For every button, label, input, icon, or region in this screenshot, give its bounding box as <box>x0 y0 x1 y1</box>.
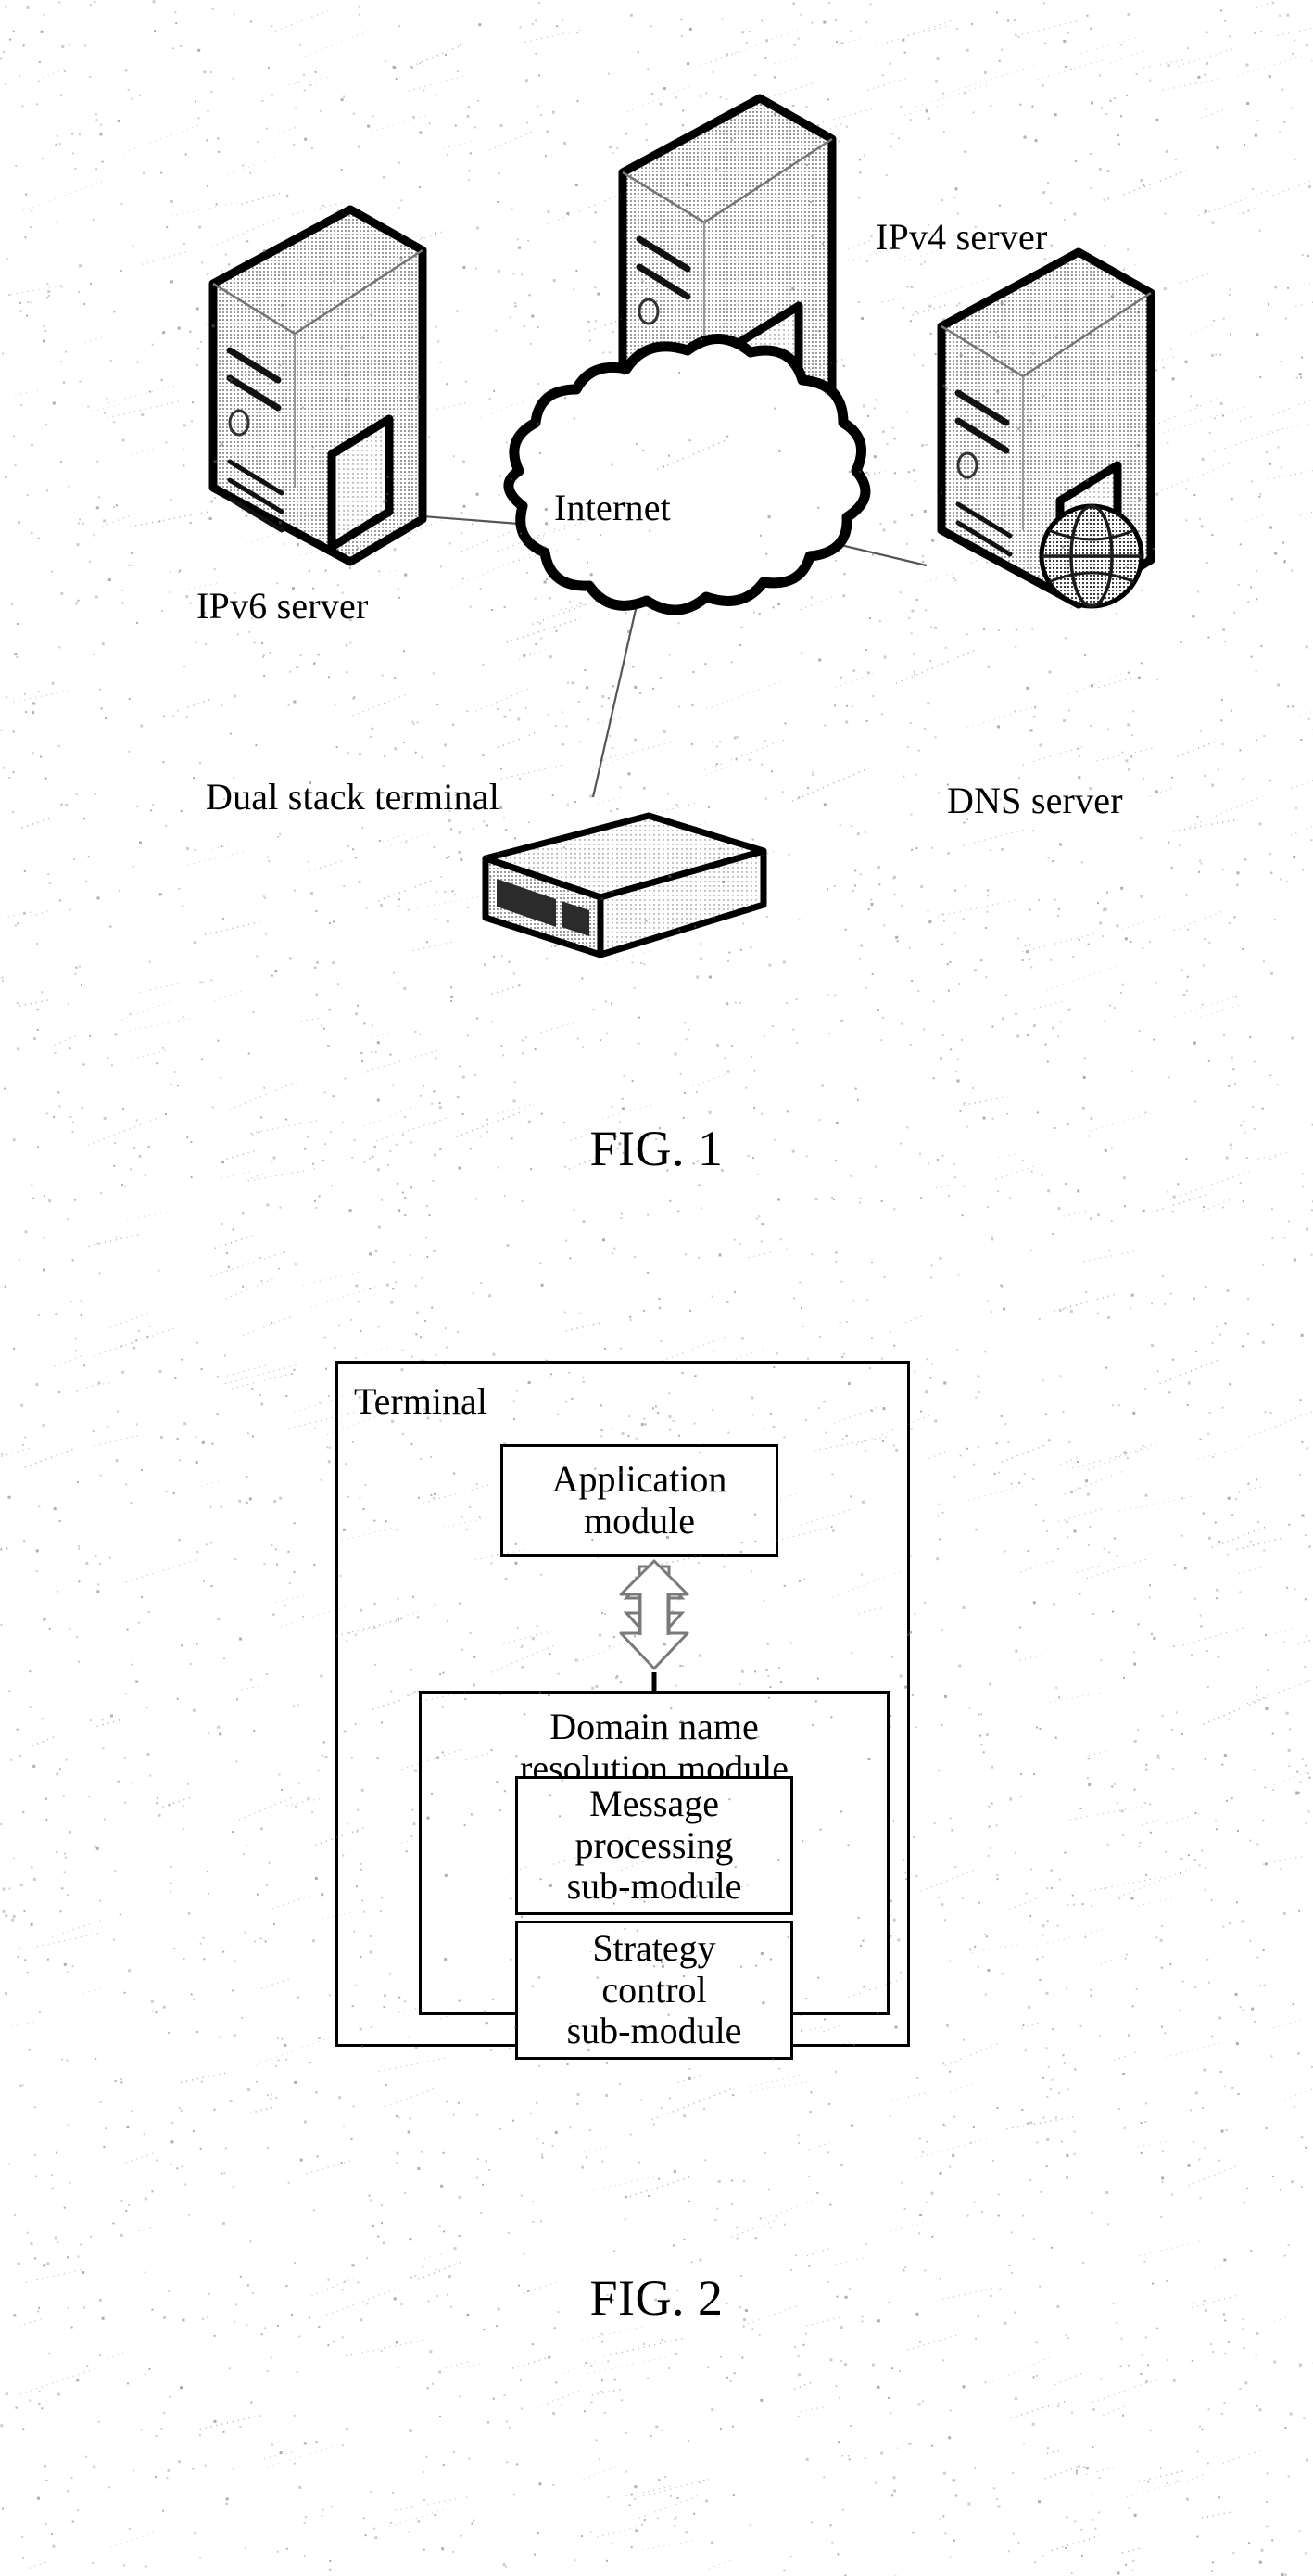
figure-1-caption: FIG. 1 <box>589 1121 724 1176</box>
label-dual-stack-terminal: Dual stack terminal <box>206 776 500 818</box>
label-dns-server: DNS server <box>947 780 1123 821</box>
label-ipv4-server: IPv4 server <box>876 216 1048 258</box>
message-processing-sub-module-box: Message processing sub-module <box>515 1776 793 1915</box>
ipv6-server-icon <box>208 205 427 566</box>
message-processing-sub-module-label: Message processing sub-module <box>566 1782 742 1908</box>
figure-2: Terminal Application module Domain name … <box>0 1205 1313 2576</box>
terminal-label: Terminal <box>354 1380 487 1422</box>
figure-2-caption: FIG. 2 <box>589 2270 724 2326</box>
strategy-control-sub-module-label: Strategy control sub-module <box>566 1926 742 2052</box>
figure-1: IPv4 server Internet IPv6 server Dual st… <box>0 0 1313 1205</box>
globe-icon <box>1039 503 1144 609</box>
set-top-box-icon <box>482 812 767 958</box>
application-module-label: Application module <box>551 1458 727 1542</box>
cloud-icon <box>503 334 871 615</box>
label-ipv6-server: IPv6 server <box>196 585 369 627</box>
application-module-box: Application module <box>500 1444 778 1557</box>
label-internet: Internet <box>554 487 671 528</box>
strategy-control-sub-module-box: Strategy control sub-module <box>515 1921 793 2060</box>
